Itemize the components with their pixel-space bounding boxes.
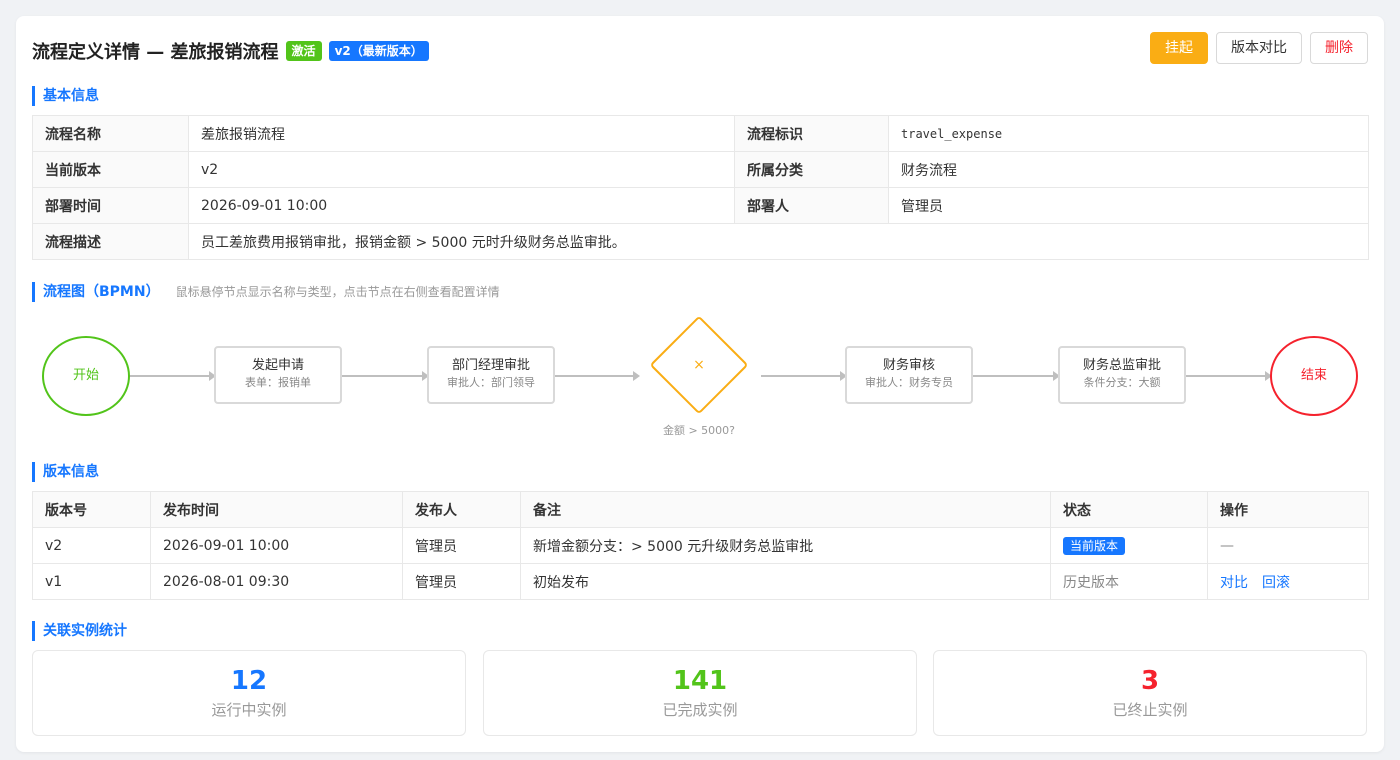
key-value: travel_expense — [888, 115, 1369, 152]
terminated-label: 已终止实例 — [1112, 701, 1188, 719]
table-row: v1 2026-08-01 09:30 管理员 初始发布 历史版本 对比 回滚 — [32, 563, 1369, 600]
task-title: 部门经理审批 — [451, 358, 530, 373]
table-row: 流程名称 差旅报销流程 流程标识 travel_expense — [32, 115, 1369, 152]
header-actions: 挂起 版本对比 删除 — [1150, 32, 1368, 64]
description-label: 流程描述 — [32, 223, 189, 260]
completed-count: 141 — [672, 666, 728, 696]
flow-arrow — [555, 371, 640, 381]
task-subtitle: 条件分支：大额 — [1083, 376, 1161, 389]
task-title: 财务总监审批 — [1082, 358, 1161, 373]
running-label: 运行中实例 — [211, 701, 287, 719]
page-header: 流程定义详情 — 差旅报销流程 激活 v2（最新版本） 挂起 版本对比 删除 — [32, 32, 1368, 66]
category-value: 财务流程 — [888, 151, 1369, 188]
column-header: 发布时间 — [150, 491, 403, 528]
note-cell: 初始发布 — [520, 563, 1051, 600]
deploy-time-value: 2026-09-01 10:00 — [188, 187, 735, 224]
column-header: 备注 — [520, 491, 1051, 528]
compare-link[interactable]: 对比 — [1220, 575, 1248, 591]
column-header: 发布人 — [402, 491, 521, 528]
suspend-button[interactable]: 挂起 — [1150, 32, 1208, 64]
terminated-count: 3 — [1140, 666, 1160, 696]
stat-card-terminated: 3 已终止实例 — [933, 650, 1367, 736]
task-subtitle: 审批人：部门领导 — [447, 376, 535, 389]
publisher-cell: 管理员 — [402, 527, 521, 564]
task-title: 发起申请 — [251, 358, 304, 373]
operation-cell: — — [1207, 527, 1369, 564]
start-event[interactable]: 开始 — [42, 336, 130, 416]
versions-table: 版本号 发布时间 发布人 备注 状态 操作 v2 2026-09-01 10:0… — [32, 491, 1369, 600]
time-cell: 2026-08-01 09:30 — [150, 563, 403, 600]
table-row: 流程描述 员工差旅费用报销审批，报销金额 > 5000 元时升级财务总监审批。 — [32, 223, 1369, 260]
category-label: 所属分类 — [734, 151, 889, 188]
delete-button[interactable]: 删除 — [1310, 32, 1368, 64]
table-row: v2 2026-09-01 10:00 管理员 新增金额分支：> 5000 元升… — [32, 527, 1369, 564]
task-manager-approval[interactable]: 部门经理审批 审批人：部门领导 — [427, 346, 555, 404]
section-instance-stats: 关联实例统计 — [32, 621, 127, 641]
section-diagram: 流程图（BPMN） 鼠标悬停节点显示名称与类型，点击节点在右侧查看配置详情 — [32, 282, 500, 302]
compare-versions-button[interactable]: 版本对比 — [1216, 32, 1302, 64]
table-row: 当前版本 v2 所属分类 财务流程 — [32, 151, 1369, 188]
flow-arrow — [342, 371, 429, 381]
page-title: 流程定义详情 — 差旅报销流程 — [32, 42, 279, 63]
version-value: v2 — [188, 151, 735, 188]
flow-arrow — [130, 371, 216, 381]
diagram-hint: 鼠标悬停节点显示名称与类型，点击节点在右侧查看配置详情 — [175, 285, 500, 299]
note-cell: 新增金额分支：> 5000 元升级财务总监审批 — [520, 527, 1051, 564]
running-count: 12 — [230, 666, 268, 696]
column-header: 操作 — [1207, 491, 1369, 528]
column-header: 状态 — [1050, 491, 1208, 528]
stat-card-running: 12 运行中实例 — [32, 650, 466, 736]
end-event[interactable]: 结束 — [1270, 336, 1358, 416]
status-badge-active: 激活 — [285, 41, 322, 61]
completed-label: 已完成实例 — [662, 701, 738, 719]
table-row: 部署时间 2026-09-01 10:00 部署人 管理员 — [32, 187, 1369, 224]
status-cell: 历史版本 — [1050, 563, 1208, 600]
status-cell: 当前版本 — [1050, 527, 1208, 564]
rollback-link[interactable]: 回滚 — [1262, 575, 1290, 591]
task-finance-director-approval[interactable]: 财务总监审批 条件分支：大额 — [1058, 346, 1186, 404]
operation-cell: 对比 回滚 — [1207, 563, 1369, 600]
bpmn-diagram: 开始 发起申请 表单：报销单 部门经理审批 审批人：部门领导 × 金额 > 50… — [32, 312, 1368, 442]
flow-arrow — [1186, 371, 1272, 381]
version-label: 当前版本 — [32, 151, 189, 188]
deployer-value: 管理员 — [888, 187, 1369, 224]
basic-info-table: 流程名称 差旅报销流程 流程标识 travel_expense 当前版本 v2 … — [32, 115, 1369, 260]
flow-arrow — [973, 371, 1060, 381]
deployer-label: 部署人 — [734, 187, 889, 224]
stat-card-completed: 141 已完成实例 — [483, 650, 917, 736]
deploy-time-label: 部署时间 — [32, 187, 189, 224]
task-title: 财务审核 — [882, 358, 935, 373]
version-badge: v2（最新版本） — [328, 41, 429, 61]
task-subtitle: 表单：报销单 — [245, 376, 311, 389]
gateway-x-icon: × — [693, 357, 705, 373]
name-value: 差旅报销流程 — [188, 115, 735, 152]
version-cell: v2 — [32, 527, 151, 564]
task-submit-application[interactable]: 发起申请 表单：报销单 — [214, 346, 342, 404]
publisher-cell: 管理员 — [402, 563, 521, 600]
table-header-row: 版本号 发布时间 发布人 备注 状态 操作 — [32, 491, 1369, 528]
gateway-condition-label: 金额 > 5000? — [662, 424, 736, 437]
version-cell: v1 — [32, 563, 151, 600]
current-version-badge: 当前版本 — [1063, 536, 1126, 555]
section-versions: 版本信息 — [32, 462, 99, 482]
process-detail-card: 流程定义详情 — 差旅报销流程 激活 v2（最新版本） 挂起 版本对比 删除 基… — [16, 16, 1384, 752]
flow-arrow — [761, 371, 847, 381]
key-label: 流程标识 — [734, 115, 889, 152]
name-label: 流程名称 — [32, 115, 189, 152]
time-cell: 2026-09-01 10:00 — [150, 527, 403, 564]
diagram-heading: 流程图（BPMN） — [43, 284, 160, 300]
task-subtitle: 审批人：财务专员 — [865, 376, 953, 389]
task-finance-review[interactable]: 财务审核 审批人：财务专员 — [845, 346, 973, 404]
section-basic-info: 基本信息 — [32, 86, 99, 106]
description-value: 员工差旅费用报销审批，报销金额 > 5000 元时升级财务总监审批。 — [188, 223, 1369, 260]
column-header: 版本号 — [32, 491, 151, 528]
